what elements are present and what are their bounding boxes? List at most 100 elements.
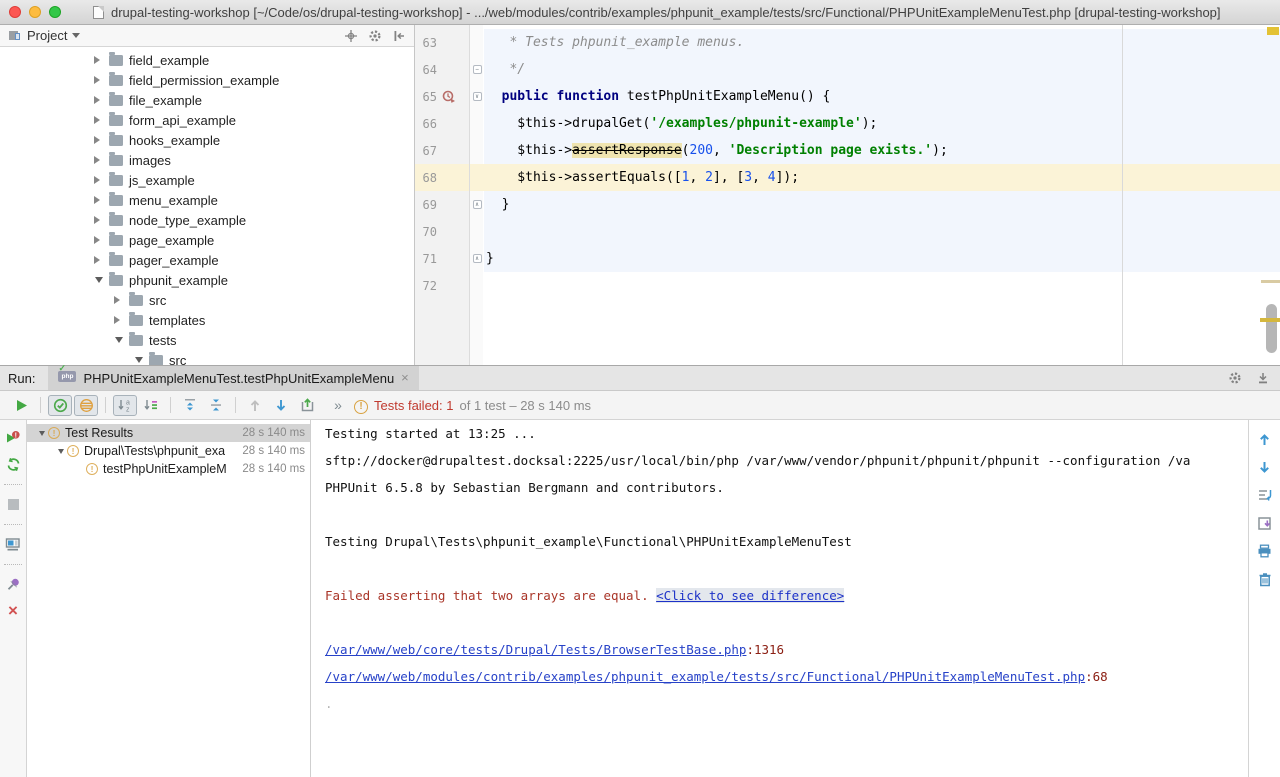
traffic-light-close-icon[interactable] xyxy=(9,6,21,18)
chevron-right-icon[interactable] xyxy=(93,156,105,164)
chevron-down-icon[interactable] xyxy=(93,273,105,287)
project-tree-item[interactable]: field_example xyxy=(0,50,414,70)
project-tree-item[interactable]: pager_example xyxy=(0,250,414,270)
traffic-light-zoom-icon[interactable] xyxy=(49,6,61,18)
chevron-right-icon[interactable] xyxy=(93,76,105,84)
project-panel-title[interactable]: Project xyxy=(27,28,67,43)
fold-marker-icon[interactable]: ∧ xyxy=(473,200,482,209)
scrollbar-thumb[interactable] xyxy=(1266,304,1277,353)
chevron-down-icon[interactable] xyxy=(133,353,145,365)
failed-test-icon[interactable] xyxy=(442,90,456,103)
test-tree-item[interactable]: !testPhpUnitExampleM28 s 140 ms xyxy=(27,460,310,478)
chevron-right-icon[interactable] xyxy=(93,96,105,104)
import-icon[interactable] xyxy=(1257,514,1272,532)
show-ignored-icon[interactable] xyxy=(74,395,98,416)
rerun-failed-icon[interactable]: ! xyxy=(5,428,21,446)
chevron-down-icon[interactable] xyxy=(54,445,67,457)
prev-failed-icon[interactable] xyxy=(243,395,267,416)
tree-item-label: field_example xyxy=(129,53,209,68)
trash-icon[interactable] xyxy=(1258,570,1272,588)
console-link[interactable]: /var/www/web/modules/contrib/examples/ph… xyxy=(325,669,1085,684)
locate-icon[interactable] xyxy=(344,29,358,43)
test-tree-item[interactable]: !Test Results28 s 140 ms xyxy=(27,424,310,442)
project-tree-item[interactable]: js_example xyxy=(0,170,414,190)
fold-marker-icon[interactable]: ∧ xyxy=(473,254,482,263)
show-passed-icon[interactable] xyxy=(48,395,72,416)
console-link[interactable]: /var/www/web/core/tests/Drupal/Tests/Bro… xyxy=(325,642,746,657)
project-tree-item[interactable]: menu_example xyxy=(0,190,414,210)
print-icon[interactable] xyxy=(1257,542,1272,560)
stop-icon[interactable] xyxy=(8,495,19,513)
close-red-icon[interactable]: × xyxy=(8,602,18,620)
code-text[interactable]: } xyxy=(484,191,1280,218)
project-tree-item[interactable]: phpunit_example xyxy=(0,270,414,290)
chevron-right-icon[interactable] xyxy=(93,256,105,264)
up-icon[interactable] xyxy=(1258,430,1271,448)
code-text[interactable] xyxy=(484,218,1280,245)
chevron-down-icon[interactable] xyxy=(113,333,125,347)
expand-all-icon[interactable] xyxy=(178,395,202,416)
next-failed-icon[interactable] xyxy=(269,395,293,416)
project-tree-item[interactable]: form_api_example xyxy=(0,110,414,130)
project-tree-item[interactable]: templates xyxy=(0,310,414,330)
code-text[interactable]: $this->assertResponse(200, 'Description … xyxy=(484,137,1280,164)
chevron-right-icon[interactable] xyxy=(93,116,105,124)
gear-icon[interactable] xyxy=(1228,371,1242,385)
pin-icon[interactable] xyxy=(6,575,21,593)
down-icon[interactable] xyxy=(1258,458,1271,476)
chevron-right-icon[interactable] xyxy=(113,316,125,324)
project-tree-item[interactable]: images xyxy=(0,150,414,170)
collapse-all-icon[interactable] xyxy=(204,395,228,416)
editor[interactable]: 63 * Tests phpunit_example menus.64− */6… xyxy=(415,25,1280,365)
fold-marker-icon[interactable]: ∨ xyxy=(473,92,482,101)
document-icon[interactable] xyxy=(93,6,104,19)
close-icon[interactable]: × xyxy=(401,373,409,383)
project-tree-item[interactable]: src xyxy=(0,290,414,310)
sort-duration-icon[interactable] xyxy=(139,395,163,416)
chevron-down-icon[interactable] xyxy=(72,33,80,42)
export-results-icon[interactable] xyxy=(295,395,319,416)
code-text[interactable] xyxy=(484,272,1280,299)
collapse-icon[interactable] xyxy=(392,29,406,43)
folder-icon xyxy=(109,75,123,86)
chevron-right-icon[interactable] xyxy=(93,56,105,64)
console-icon[interactable] xyxy=(5,535,21,553)
fold-marker-icon[interactable]: − xyxy=(473,65,482,74)
more-icon[interactable]: » xyxy=(321,395,345,416)
run-tab[interactable]: ✓php PHPUnitExampleMenuTest.testPhpUnitE… xyxy=(48,366,418,390)
test-console[interactable]: Testing started at 13:25 ...sftp://docke… xyxy=(311,420,1248,777)
hide-icon[interactable] xyxy=(1256,371,1270,385)
code-text[interactable]: */ xyxy=(484,56,1280,83)
code-text[interactable]: $this->assertEquals([1, 2], [3, 4]); xyxy=(484,164,1280,191)
project-panel-header[interactable]: Project xyxy=(0,25,414,47)
error-stripe-mark-yellow[interactable] xyxy=(1260,318,1280,322)
tree-item-label: src xyxy=(149,293,166,308)
chevron-right-icon[interactable] xyxy=(93,196,105,204)
code-text[interactable]: * Tests phpunit_example menus. xyxy=(484,29,1280,56)
project-tree-item[interactable]: node_type_example xyxy=(0,210,414,230)
stacktrace-icon[interactable] xyxy=(1257,486,1273,504)
chevron-right-icon[interactable] xyxy=(93,216,105,224)
code-text[interactable]: $this->drupalGet('/examples/phpunit-exam… xyxy=(484,110,1280,137)
chevron-down-icon[interactable] xyxy=(35,427,48,439)
auto-test-icon[interactable] xyxy=(6,455,21,473)
chevron-right-icon[interactable] xyxy=(113,296,125,304)
error-stripe-indicator[interactable] xyxy=(1267,27,1279,35)
sort-alpha-icon[interactable]: az xyxy=(113,395,137,416)
rerun-icon[interactable] xyxy=(9,395,33,416)
project-tree-item[interactable]: hooks_example xyxy=(0,130,414,150)
chevron-right-icon[interactable] xyxy=(93,176,105,184)
gear-icon[interactable] xyxy=(368,29,382,43)
project-tree-item[interactable]: field_permission_example xyxy=(0,70,414,90)
traffic-light-minimize-icon[interactable] xyxy=(29,6,41,18)
code-text[interactable]: } xyxy=(484,245,1280,272)
test-tree-item[interactable]: !Drupal\Tests\phpunit_exa28 s 140 ms xyxy=(27,442,310,460)
chevron-right-icon[interactable] xyxy=(93,136,105,144)
console-link[interactable]: <Click to see difference> xyxy=(656,588,844,603)
project-tree-item[interactable]: page_example xyxy=(0,230,414,250)
error-stripe-mark-tan[interactable] xyxy=(1261,280,1280,283)
chevron-right-icon[interactable] xyxy=(93,236,105,244)
code-text[interactable]: public function testPhpUnitExampleMenu()… xyxy=(484,83,1280,110)
project-tree-item[interactable]: file_example xyxy=(0,90,414,110)
project-tree-item[interactable]: tests xyxy=(0,330,414,350)
